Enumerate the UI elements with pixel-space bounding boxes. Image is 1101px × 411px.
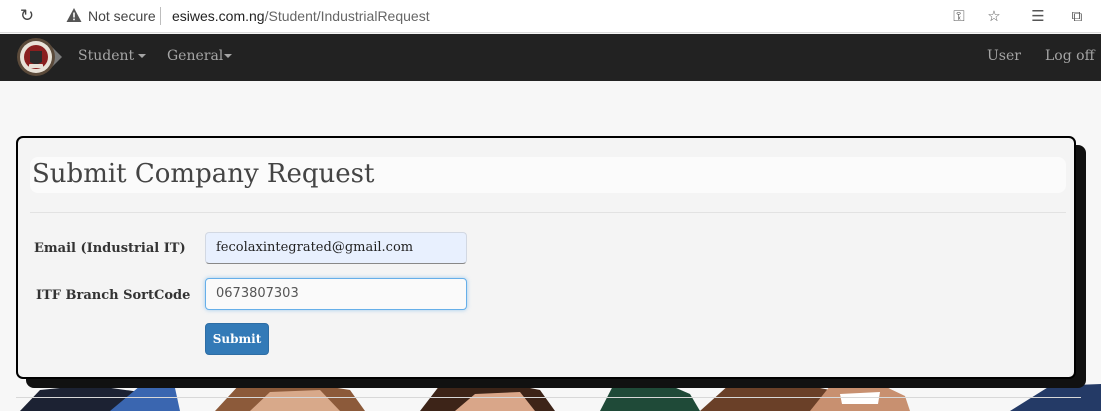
nav-menu-general-label: General — [167, 48, 224, 64]
nav-menu-general[interactable]: General — [167, 48, 233, 64]
favorite-icon[interactable]: ☆ — [983, 5, 1005, 27]
warning-icon[interactable] — [66, 7, 82, 23]
reading-list-icon[interactable]: ☰ — [1027, 5, 1049, 27]
reload-icon[interactable]: ↻ — [16, 5, 38, 27]
address-bar[interactable]: esiwes.com.ng/Student/IndustrialRequest — [172, 8, 430, 24]
divider — [16, 397, 1081, 398]
nav-menu-student[interactable]: Student — [78, 48, 147, 64]
nav-link-user[interactable]: User — [987, 48, 1021, 64]
submit-button[interactable]: Submit — [205, 323, 269, 355]
header-divider — [30, 212, 1066, 213]
school-crest-icon[interactable] — [14, 37, 62, 77]
chevron-down-icon — [224, 54, 233, 58]
browser-toolbar: ↻ Not secure esiwes.com.ng/Student/Indus… — [0, 0, 1101, 33]
url-path: /Student/IndustrialRequest — [264, 8, 430, 24]
page-title: Submit Company Request — [32, 159, 375, 189]
chevron-down-icon — [138, 54, 147, 58]
key-icon[interactable]: ⚿ — [948, 5, 970, 27]
collections-icon[interactable]: ⧉ — [1066, 5, 1088, 27]
url-separator — [160, 7, 161, 25]
sortcode-label: ITF Branch SortCode — [36, 288, 191, 303]
nav-menu-student-label: Student — [78, 48, 135, 64]
request-form-panel: Submit Company Request Email (Industrial… — [16, 136, 1076, 379]
nav-link-log-off[interactable]: Log off — [1045, 48, 1095, 64]
url-host: esiwes.com.ng — [172, 8, 265, 24]
email-label: Email (Industrial IT) — [34, 241, 186, 256]
sortcode-field[interactable]: 0673807303 — [205, 278, 467, 310]
site-navbar: Student General User Log off — [0, 34, 1101, 81]
email-field[interactable]: fecolaxintegrated@gmail.com — [205, 232, 467, 264]
security-label[interactable]: Not secure — [88, 8, 156, 24]
